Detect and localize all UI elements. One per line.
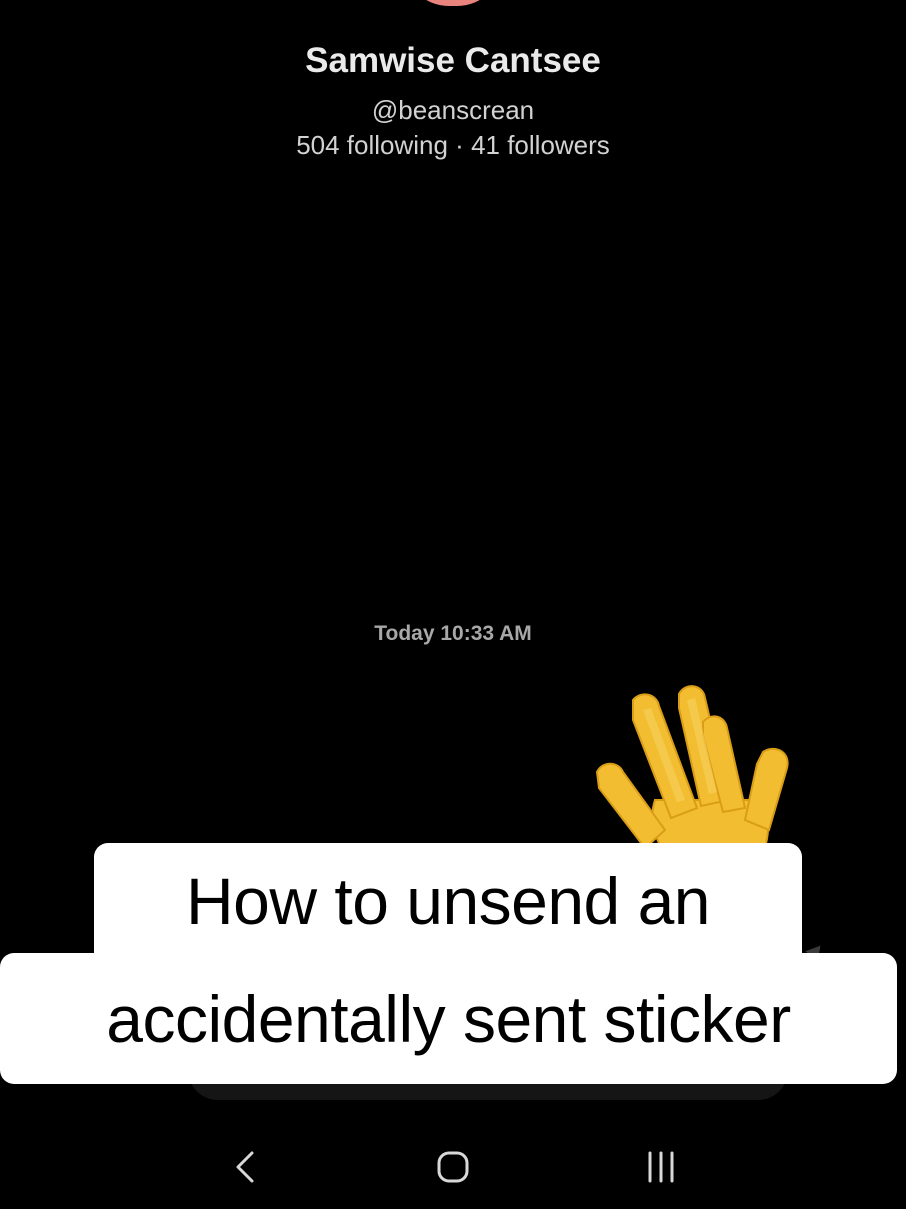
message-timestamp: Today 10:33 AM [374,622,532,645]
recents-icon [648,1151,674,1183]
back-icon [236,1151,254,1183]
avatar[interactable] [403,0,503,6]
back-button[interactable] [215,1144,275,1190]
profile-name[interactable]: Samwise Cantsee [0,38,906,84]
system-nav-bar [0,1120,906,1209]
recents-button[interactable] [631,1144,691,1190]
profile-handle: @beanscrean [371,95,535,125]
profile-stats: 504 following · 41 followers [296,130,610,160]
caption-line-2: accidentally sent sticker [0,953,897,1084]
home-icon [437,1151,469,1183]
caption-line-1: How to unsend an [94,843,802,959]
profile-header: Samwise Cantsee @beanscrean 504 followin… [0,38,906,162]
home-button[interactable] [423,1144,483,1190]
